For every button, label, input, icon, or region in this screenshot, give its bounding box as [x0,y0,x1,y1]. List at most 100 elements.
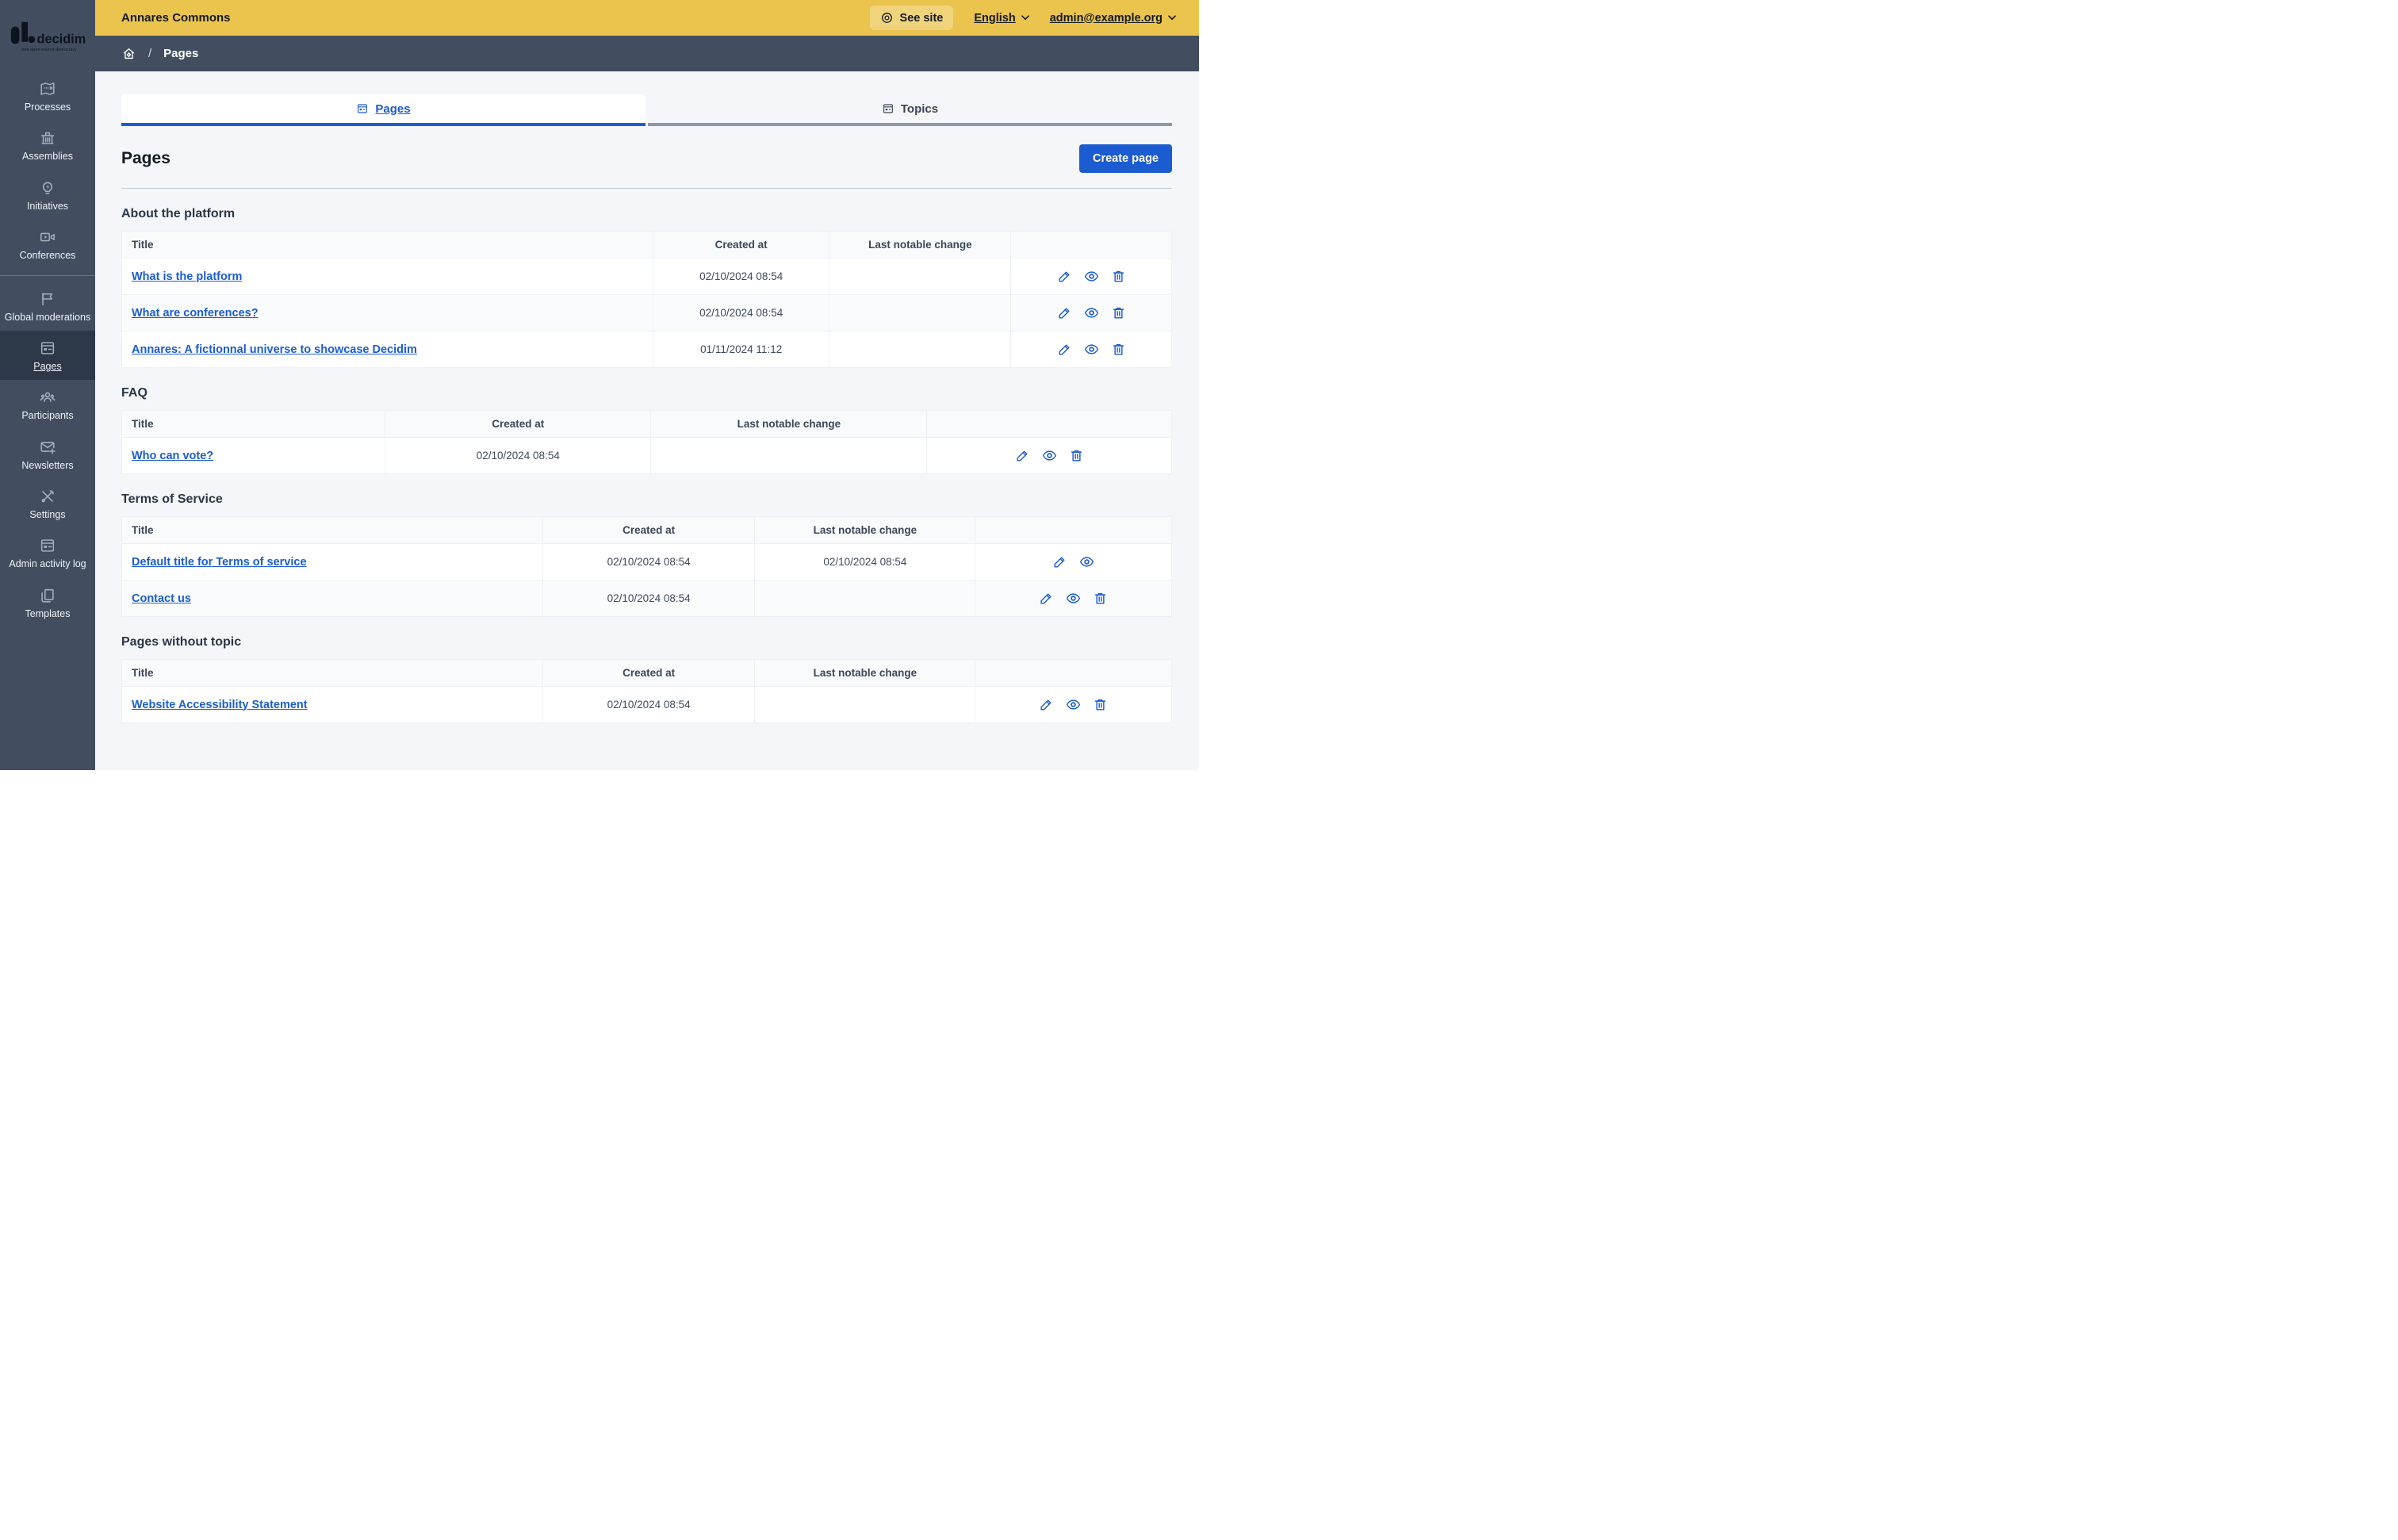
trash-icon [1095,699,1106,711]
trash-icon [1113,307,1124,319]
edit-page-button[interactable] [1015,448,1030,463]
page-title-link[interactable]: Website Accessibility Statement [132,699,308,711]
page-title-link[interactable]: Default title for Terms of service [132,556,307,569]
tab-topics[interactable]: Topics [648,94,1172,126]
delete-page-button[interactable] [1093,591,1108,606]
edit-page-button[interactable] [1039,591,1054,606]
delete-page-button[interactable] [1111,305,1126,320]
column-header [926,410,1172,438]
section-title: About the platform [121,207,236,220]
pencil-icon [1017,450,1028,462]
edit-page-button[interactable] [1039,697,1054,712]
eye-icon [1042,450,1056,461]
sidebar-item-pages[interactable]: Pages [0,330,95,381]
sidebar-item-processes[interactable]: Processes [0,71,95,121]
eye-target-icon [881,13,892,23]
preview-page-button[interactable] [1084,342,1099,357]
preview-page-button[interactable] [1079,554,1094,569]
page-title-link[interactable]: Contact us [132,592,191,605]
delete-page-button[interactable] [1111,342,1126,357]
create-page-button[interactable]: Create page [1078,144,1172,173]
delete-page-button[interactable] [1111,269,1126,284]
eye-icon [1084,271,1098,282]
sidebar-item-label: Participants [21,410,74,422]
preview-page-button[interactable] [1084,269,1099,284]
sidebar-nav: Processes Assemblies Initiatives Conference… [0,71,95,770]
home-icon[interactable] [121,46,136,61]
sidebar: decidim free open-source democracy Proce… [0,0,95,770]
page-title-link[interactable]: What is the platform [132,270,242,283]
breadcrumb-current[interactable]: Pages [163,47,198,60]
sidebar-item-settings[interactable]: Settings [0,479,95,528]
row-actions [937,448,1162,463]
app-window: decidim free open-source democracy Proce… [0,0,1199,770]
main-content: Pages Topics Pages Create page About the… [95,71,1199,770]
edit-page-button[interactable] [1057,269,1072,284]
flag-icon [42,292,53,305]
delete-page-button[interactable] [1093,697,1108,712]
trash-icon [1113,270,1124,282]
preview-page-button[interactable] [1084,305,1099,320]
sidebar-item-global-moderations[interactable]: Global moderations [0,282,95,331]
sidebar-item-label: Newsletters [21,459,74,471]
table-row: Website Accessibility Statement 02/10/202… [121,686,1172,723]
sidebar-item-participants[interactable]: Participants [0,380,95,429]
decidim-logo[interactable]: decidim free open-source democracy [0,0,95,71]
article-icon [40,539,55,553]
page-title-link[interactable]: Annares: A fictionnal universe to showca… [132,343,417,356]
language-menu[interactable]: English [974,12,1029,25]
article-icon [358,104,368,113]
breadcrumb-separator: / [148,47,152,60]
pencil-icon [1059,308,1070,319]
lightbulb-icon [42,182,53,194]
column-header: Created at [542,516,756,544]
pages-table: Title Created at Last notable change Defaul… [121,516,1172,617]
delete-page-button[interactable] [1069,448,1084,463]
sidebar-item-templates[interactable]: Templates [0,578,95,627]
breadcrumb: / Pages [95,36,1199,71]
copy-icon [41,588,54,603]
row-actions [985,697,1162,712]
edit-page-button[interactable] [1057,342,1072,357]
table-row: Contact us 02/10/2024 08:54 [121,580,1172,617]
team-icon [40,392,56,403]
pencil-icon [1040,593,1052,604]
edit-page-button[interactable] [1057,305,1072,320]
trash-icon [1113,343,1124,355]
language-label: English [974,11,1016,25]
table-row: Who can vote? 02/10/2024 08:54 [121,437,1172,474]
sidebar-item-newsletters[interactable]: Newsletters [0,430,95,479]
logo-tagline: free open-source democracy [21,48,77,52]
preview-page-button[interactable] [1066,697,1081,712]
column-header [975,659,1172,687]
account-label: admin@example.org [1049,11,1163,25]
created-at-cell: 02/10/2024 08:54 [385,437,652,474]
eye-icon [1084,344,1098,354]
tab-pages-label: Pages [375,102,411,116]
column-header: Title [121,410,386,438]
page-title-link[interactable]: What are conferences? [132,307,259,320]
sidebar-item-admin-activity-log[interactable]: Admin activity log [0,528,95,577]
page-title-link[interactable]: Who can vote? [132,450,213,462]
logo-wordmark: decidim [37,33,86,47]
last-change-cell [829,331,1012,368]
account-menu[interactable]: admin@example.org [1050,12,1176,25]
column-header: Title [121,231,653,259]
pencil-icon [1059,271,1070,282]
pencil-icon [1054,557,1065,568]
preview-page-button[interactable] [1042,448,1057,463]
pages-table: Title Created at Last notable change Websit… [121,659,1172,723]
preview-page-button[interactable] [1066,591,1081,606]
tab-pages[interactable]: Pages [121,94,645,126]
sidebar-item-initiatives[interactable]: Initiatives [0,170,95,220]
see-site-button[interactable]: See site [869,6,954,30]
edit-page-button[interactable] [1052,554,1067,569]
column-header [1010,231,1172,259]
sidebar-item-assemblies[interactable]: Assemblies [0,121,95,170]
section-title: Terms of Service [121,492,223,506]
sidebar-item-label: Processes [24,102,71,113]
article-icon [883,104,893,113]
row-actions [985,554,1162,569]
sidebar-item-conferences[interactable]: Conferences [0,220,95,269]
column-header: Created at [542,659,756,687]
